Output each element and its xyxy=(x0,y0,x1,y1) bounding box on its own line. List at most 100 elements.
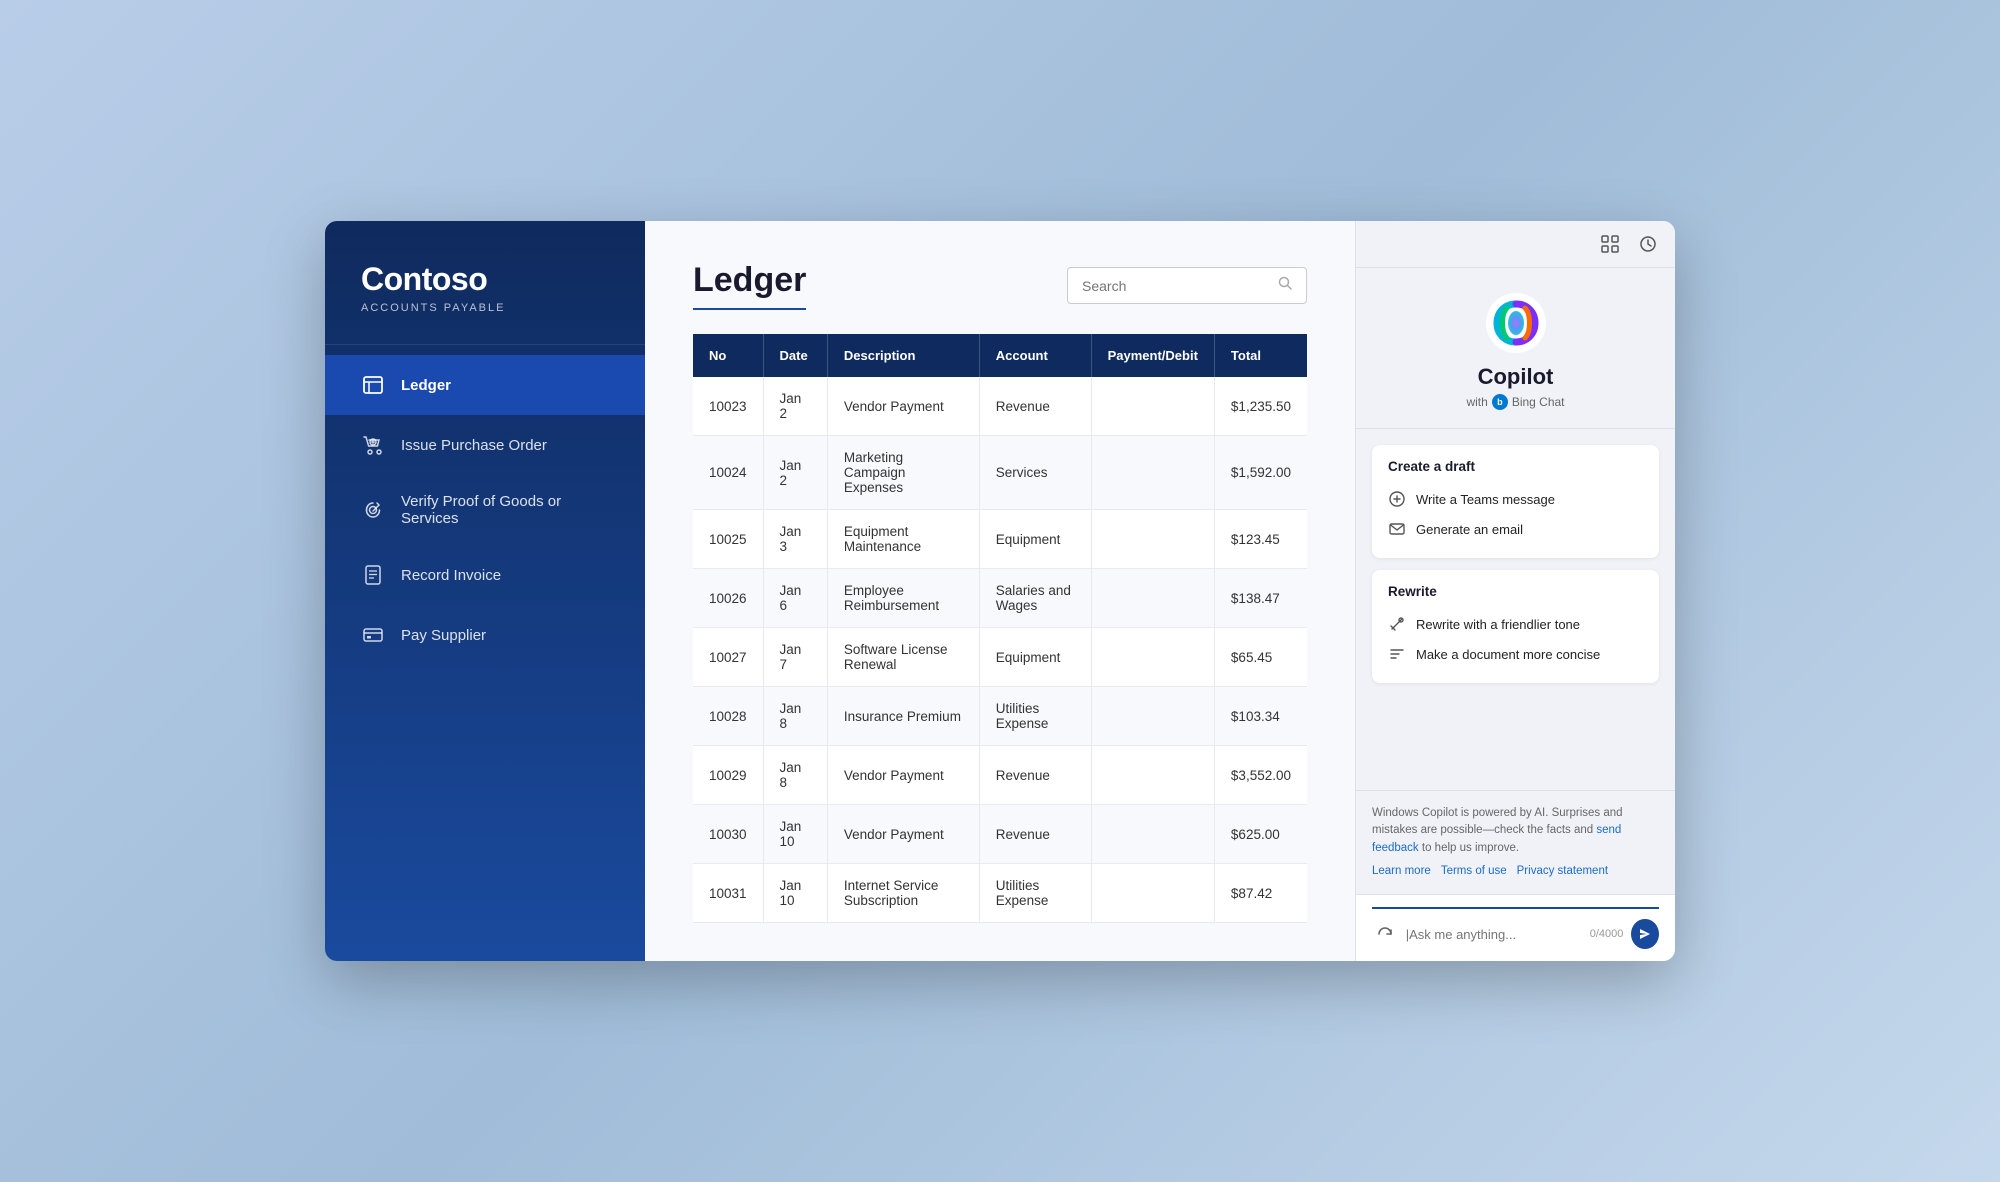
sidebar-item-purchase-order[interactable]: Issue Purchase Order xyxy=(325,415,645,475)
char-count: 0/4000 xyxy=(1590,928,1624,940)
table-cell-description: Insurance Premium xyxy=(827,687,979,746)
search-box[interactable] xyxy=(1067,267,1307,304)
copilot-ask-input[interactable] xyxy=(1406,927,1582,942)
sidebar-item-ledger[interactable]: Ledger xyxy=(325,355,645,415)
search-input[interactable] xyxy=(1082,278,1270,294)
app-window: Contoso ACCOUNTS PAYABLE Ledger xyxy=(325,221,1675,961)
history-icon[interactable] xyxy=(1635,231,1661,257)
table-cell-description: Marketing Campaign Expenses xyxy=(827,436,979,510)
search-icon xyxy=(1278,276,1292,295)
brand-subtitle: ACCOUNTS PAYABLE xyxy=(361,302,609,314)
privacy-statement-link[interactable]: Privacy statement xyxy=(1517,863,1608,880)
main-inner: Ledger No Date xyxy=(645,221,1355,961)
table-cell-total: $138.47 xyxy=(1214,569,1307,628)
table-cell-no: 10024 xyxy=(693,436,763,510)
table-cell-description: Vendor Payment xyxy=(827,377,979,436)
terms-of-use-link[interactable]: Terms of use xyxy=(1441,863,1507,880)
table-row[interactable]: 10031Jan 10Internet Service Subscription… xyxy=(693,864,1307,923)
purchase-order-icon xyxy=(361,433,385,457)
refresh-icon[interactable] xyxy=(1372,920,1398,948)
table-cell-total: $65.45 xyxy=(1214,628,1307,687)
record-invoice-icon xyxy=(361,563,385,587)
ledger-table-body: 10023Jan 2Vendor PaymentRevenue$1,235.50… xyxy=(693,377,1307,923)
rewrite-tone-label: Rewrite with a friendlier tone xyxy=(1416,617,1580,632)
table-cell-total: $1,592.00 xyxy=(1214,436,1307,510)
table-cell-no: 10027 xyxy=(693,628,763,687)
table-row[interactable]: 10024Jan 2Marketing Campaign ExpensesSer… xyxy=(693,436,1307,510)
copilot-input-row: 0/4000 xyxy=(1372,907,1659,949)
table-cell-total: $123.45 xyxy=(1214,510,1307,569)
col-header-description: Description xyxy=(827,334,979,377)
copilot-send-button[interactable] xyxy=(1631,919,1659,949)
sidebar-item-verify-proof[interactable]: Verify Proof of Goods or Services xyxy=(325,475,645,545)
table-row[interactable]: 10025Jan 3Equipment MaintenanceEquipment… xyxy=(693,510,1307,569)
table-cell-no: 10023 xyxy=(693,377,763,436)
ledger-icon xyxy=(361,373,385,397)
table-cell-account: Equipment xyxy=(979,628,1091,687)
col-header-total: Total xyxy=(1214,334,1307,377)
table-cell-account: Salaries and Wages xyxy=(979,569,1091,628)
rewrite-title: Rewrite xyxy=(1388,584,1643,599)
sidebar-item-pay-supplier[interactable]: Pay Supplier xyxy=(325,605,645,665)
verify-proof-icon xyxy=(361,498,385,522)
copilot-toolbar xyxy=(1356,221,1675,268)
table-cell-account: Services xyxy=(979,436,1091,510)
table-row[interactable]: 10026Jan 6Employee ReimbursementSalaries… xyxy=(693,569,1307,628)
concise-icon xyxy=(1388,645,1406,663)
make-concise-action[interactable]: Make a document more concise xyxy=(1388,639,1643,669)
rewrite-tone-icon xyxy=(1388,615,1406,633)
learn-more-link[interactable]: Learn more xyxy=(1372,863,1431,880)
col-header-payment-debit: Payment/Debit xyxy=(1091,334,1214,377)
rewrite-section: Rewrite Rewrite with a friendlier tone xyxy=(1372,570,1659,683)
table-row[interactable]: 10027Jan 7Software License RenewalEquipm… xyxy=(693,628,1307,687)
table-cell-total: $87.42 xyxy=(1214,864,1307,923)
table-cell-date: Jan 3 xyxy=(763,510,827,569)
table-cell-payment_debit xyxy=(1091,746,1214,805)
teams-message-action[interactable]: Write a Teams message xyxy=(1388,484,1643,514)
table-cell-date: Jan 6 xyxy=(763,569,827,628)
table-cell-description: Internet Service Subscription xyxy=(827,864,979,923)
email-icon xyxy=(1388,520,1406,538)
rewrite-tone-action[interactable]: Rewrite with a friendlier tone xyxy=(1388,609,1643,639)
copilot-title: Copilot xyxy=(1478,364,1554,390)
table-cell-account: Equipment xyxy=(979,510,1091,569)
table-cell-total: $103.34 xyxy=(1214,687,1307,746)
copilot-footer-text: Windows Copilot is powered by AI. Surpri… xyxy=(1372,807,1623,836)
table-cell-no: 10025 xyxy=(693,510,763,569)
table-row[interactable]: 10023Jan 2Vendor PaymentRevenue$1,235.50 xyxy=(693,377,1307,436)
table-cell-description: Vendor Payment xyxy=(827,746,979,805)
sidebar-item-record-invoice-label: Record Invoice xyxy=(401,567,501,584)
email-label: Generate an email xyxy=(1416,522,1523,537)
table-cell-payment_debit xyxy=(1091,805,1214,864)
copilot-footer: Windows Copilot is powered by AI. Surpri… xyxy=(1356,790,1675,894)
table-cell-date: Jan 10 xyxy=(763,805,827,864)
sidebar-nav: Ledger Issue Purchase Order xyxy=(325,345,645,961)
table-cell-description: Employee Reimbursement xyxy=(827,569,979,628)
table-cell-description: Vendor Payment xyxy=(827,805,979,864)
sidebar-item-record-invoice[interactable]: Record Invoice xyxy=(325,545,645,605)
grid-icon[interactable] xyxy=(1597,231,1623,257)
table-row[interactable]: 10030Jan 10Vendor PaymentRevenue$625.00 xyxy=(693,805,1307,864)
sidebar-item-verify-proof-label: Verify Proof of Goods or Services xyxy=(401,493,609,527)
table-cell-payment_debit xyxy=(1091,377,1214,436)
table-cell-payment_debit xyxy=(1091,569,1214,628)
table-cell-no: 10026 xyxy=(693,569,763,628)
table-cell-description: Equipment Maintenance xyxy=(827,510,979,569)
copilot-header: Copilot with b Bing Chat xyxy=(1356,268,1675,429)
table-cell-date: Jan 7 xyxy=(763,628,827,687)
table-cell-account: Utilities Expense xyxy=(979,687,1091,746)
table-cell-date: Jan 8 xyxy=(763,687,827,746)
ledger-table: No Date Description Account Payment/Debi… xyxy=(693,334,1307,923)
create-draft-section: Create a draft Write a Teams message xyxy=(1372,445,1659,558)
table-cell-account: Revenue xyxy=(979,746,1091,805)
generate-email-action[interactable]: Generate an email xyxy=(1388,514,1643,544)
table-cell-payment_debit xyxy=(1091,628,1214,687)
copilot-footer-suffix: to help us improve. xyxy=(1422,842,1519,854)
table-row[interactable]: 10029Jan 8Vendor PaymentRevenue$3,552.00 xyxy=(693,746,1307,805)
page-title: Ledger xyxy=(693,261,806,300)
copilot-logo-icon xyxy=(1485,292,1547,354)
sidebar: Contoso ACCOUNTS PAYABLE Ledger xyxy=(325,221,645,961)
table-row[interactable]: 10028Jan 8Insurance PremiumUtilities Exp… xyxy=(693,687,1307,746)
table-cell-description: Software License Renewal xyxy=(827,628,979,687)
teams-message-label: Write a Teams message xyxy=(1416,492,1555,507)
